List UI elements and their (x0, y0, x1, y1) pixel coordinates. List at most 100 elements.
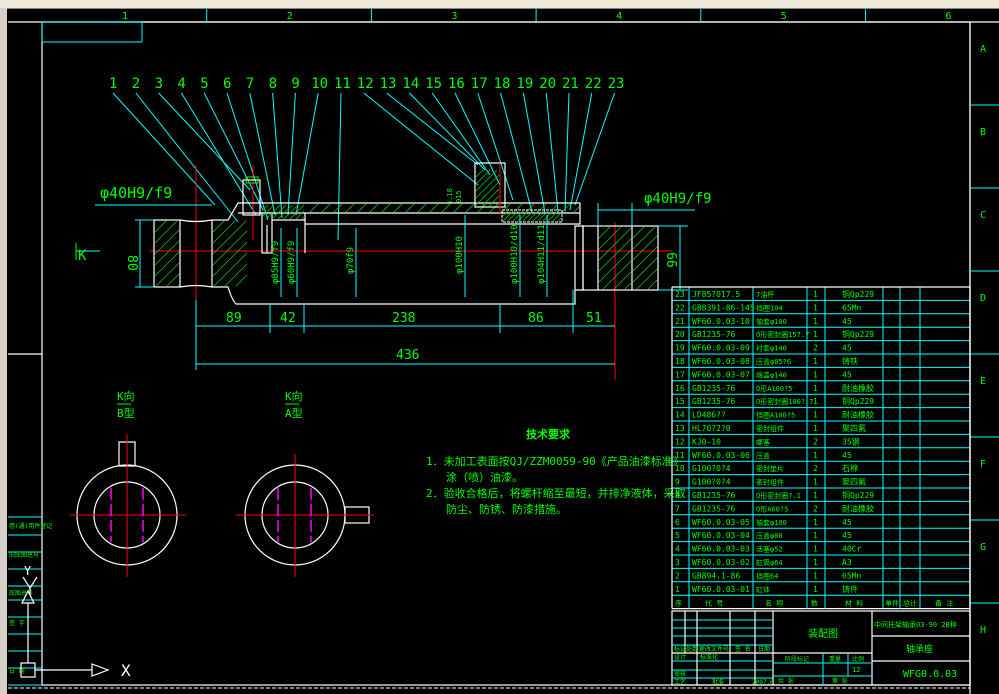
part-name: O形密封圈100?.7 (756, 397, 814, 406)
part-code: WF60.0.03-09 (692, 344, 750, 353)
dim-dia-60: φ60H9/f9 (287, 241, 297, 284)
part-name: O形A100?5 (756, 385, 793, 393)
part-code: G100?0?4 (692, 464, 731, 473)
part-material: 耐油橡胶 (842, 383, 874, 393)
balloon-16: 16 (448, 76, 465, 92)
part-code: G100?0?4 (692, 478, 731, 487)
part-qty: 1 (813, 303, 818, 312)
part-no: 4 (675, 545, 680, 554)
dim-86: 86 (528, 311, 544, 326)
dim-436: 436 (396, 348, 419, 363)
balloon-2: 2 (132, 76, 140, 92)
part-no: 17 (675, 370, 685, 379)
count-label: 处数 (686, 645, 698, 653)
part-name: 7油杯 (756, 290, 774, 299)
table-header-cell: 名 称 (765, 599, 783, 608)
part-qty: 1 (813, 545, 818, 554)
part-no: 2 (675, 571, 680, 580)
part-no: 14 (675, 411, 685, 420)
part-name: 缸筒φ64 (756, 558, 783, 567)
part-no: 6 (675, 518, 680, 527)
drawing-number: WFG0.0.03 (903, 669, 957, 680)
part-name: O形A60?5 (756, 505, 788, 513)
part-material: 铸件 (842, 584, 858, 594)
balloon-18: 18 (494, 76, 511, 92)
dim-dia-85: φ85H9/f9 (271, 241, 281, 284)
part-name: O形密封圈157.7 (756, 330, 809, 339)
part-code: LD486?? (692, 411, 726, 420)
mark-label: 标记 (674, 645, 686, 653)
part-no: 16 (675, 384, 685, 393)
tech-line-1b: 涂（喷）油漆。 (446, 470, 523, 484)
view-a-subtitle: A型 (285, 406, 303, 420)
tech-line-2b: 防尘、防锈、防漆措施。 (446, 502, 567, 516)
dim-238: 238 (392, 311, 415, 326)
table-header-cell: 代 号 (705, 599, 723, 608)
part-no: 10 (675, 464, 685, 473)
part-no: 13 (675, 424, 685, 433)
dim-dia-70: φ70f9 (346, 247, 356, 274)
part-name: 螺塞 (756, 437, 770, 446)
tech-line-2: 2．验收合格后，将螺杆缩至最短，并排净液体，采取 (426, 486, 686, 500)
part-material: 45 (842, 518, 852, 527)
balloon-17: 17 (471, 76, 488, 92)
part-qty: 1 (813, 317, 818, 326)
part-no: 20 (675, 330, 685, 339)
table-header-cell: 总计 (903, 599, 917, 608)
part-code: GB1235-76 (692, 384, 736, 393)
part-qty: 2 (813, 437, 818, 446)
part-code: WF60.0.03-05 (692, 518, 750, 527)
sheet-count: 12 (852, 666, 860, 674)
part-no: 3 (675, 558, 680, 567)
dim-dia-100-d10: φ100H10/d10 (510, 224, 520, 284)
part-code: GB1235-76 (692, 504, 736, 513)
part-no: 1 (675, 585, 680, 594)
review-label: 审核 (674, 670, 686, 678)
balloon-14: 14 (402, 76, 419, 92)
part-material: 铜Qp229 (842, 490, 874, 500)
part-name: 端盖φ140 (756, 370, 787, 379)
part-qty: 1 (813, 518, 818, 527)
part-material: 40Cr (842, 545, 861, 554)
part-material: A3 (842, 558, 852, 567)
approve-label: 批准 (712, 678, 724, 686)
part-name: O形密封圈?.1 (756, 491, 801, 500)
scale-label: 比例 (852, 655, 864, 663)
design-label: 设计 (674, 653, 686, 661)
ruler-column-2: 2 (287, 11, 293, 22)
part-code: GB1235-76 (692, 397, 736, 406)
part-qty: 1 (813, 491, 818, 500)
ruler-row-C: C (980, 210, 986, 221)
dim-small-2: 015 (455, 190, 463, 203)
part-material: 石棉 (842, 463, 858, 473)
part-material: 铜Qp229 (842, 329, 874, 339)
table-header-cell: 单件 (885, 599, 899, 608)
balloon-1: 1 (109, 76, 117, 92)
tech-title: 技术要求 (526, 427, 571, 441)
part-code: WF60.0.03-01 (692, 585, 750, 594)
ucs-y-label: Y (24, 564, 32, 578)
dim-89: 89 (226, 311, 242, 326)
part-material: 35钢 (842, 436, 860, 446)
dim-left-fit: φ40H9/f9 (100, 184, 172, 202)
register-label: 借(通)用件登记 (9, 522, 52, 530)
part-code: GB894.1-86 (692, 571, 740, 580)
process-label: 工艺 (674, 678, 686, 686)
part-qty: 2 (813, 464, 818, 473)
dim-small-1: 4.18 (446, 188, 454, 205)
part-material: 聚四氟 (842, 423, 866, 433)
part-material: 45 (842, 370, 852, 379)
ucs-x-label: X (121, 661, 131, 680)
part-name: 轴承座 (906, 643, 933, 655)
dim-right-fit: φ40H9/f9 (644, 191, 711, 207)
balloon-21: 21 (562, 76, 579, 92)
drawing-canvas[interactable]: 1 2 3 4 5 6ABCDEFGH 借(通)用件登记旧底图总号底图总号签 字日 期 Y… (0, 0, 999, 694)
part-qty: 1 (813, 370, 818, 379)
part-name: 轴套φ100 (756, 317, 787, 326)
part-name: 挡圈A100?5 (756, 411, 795, 420)
part-qty: 2 (813, 504, 818, 513)
part-name: 密封垫片 (756, 464, 784, 473)
ruler-row-F: F (980, 459, 986, 470)
part-qty: 1 (813, 411, 818, 420)
part-qty: 1 (813, 478, 818, 487)
